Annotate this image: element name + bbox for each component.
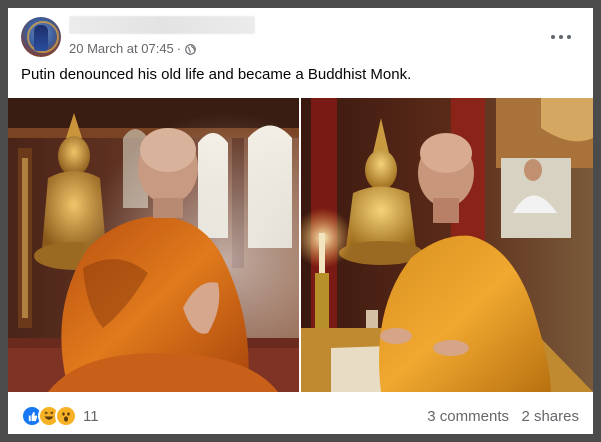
profile-avatar[interactable] xyxy=(21,17,61,57)
author-name-redacted[interactable] xyxy=(69,16,255,34)
photo-grid xyxy=(8,98,593,392)
post-header: 20 March at 07:45 · xyxy=(8,8,593,68)
photo-meditating-monk[interactable] xyxy=(8,98,299,392)
post-timestamp[interactable]: 20 March at 07:45 xyxy=(69,41,174,56)
shares-link[interactable]: 2 shares xyxy=(521,408,579,425)
reaction-summary[interactable]: 11 xyxy=(21,405,99,427)
more-options-icon[interactable] xyxy=(551,32,571,42)
post-meta: 20 March at 07:45 · xyxy=(69,41,196,56)
comments-link[interactable]: 3 comments xyxy=(427,408,509,425)
wow-icon xyxy=(55,405,77,427)
post-footer: 11 3 comments 2 shares xyxy=(8,392,593,434)
reaction-count: 11 xyxy=(83,407,99,425)
post-caption: Putin denounced his old life and became … xyxy=(21,66,412,83)
facebook-post: 20 March at 07:45 · Putin denounced his … xyxy=(8,8,593,434)
photo-reading-monk[interactable] xyxy=(301,98,593,392)
meta-separator: · xyxy=(176,41,182,56)
avatar-figure xyxy=(34,25,48,51)
globe-icon xyxy=(185,43,196,55)
